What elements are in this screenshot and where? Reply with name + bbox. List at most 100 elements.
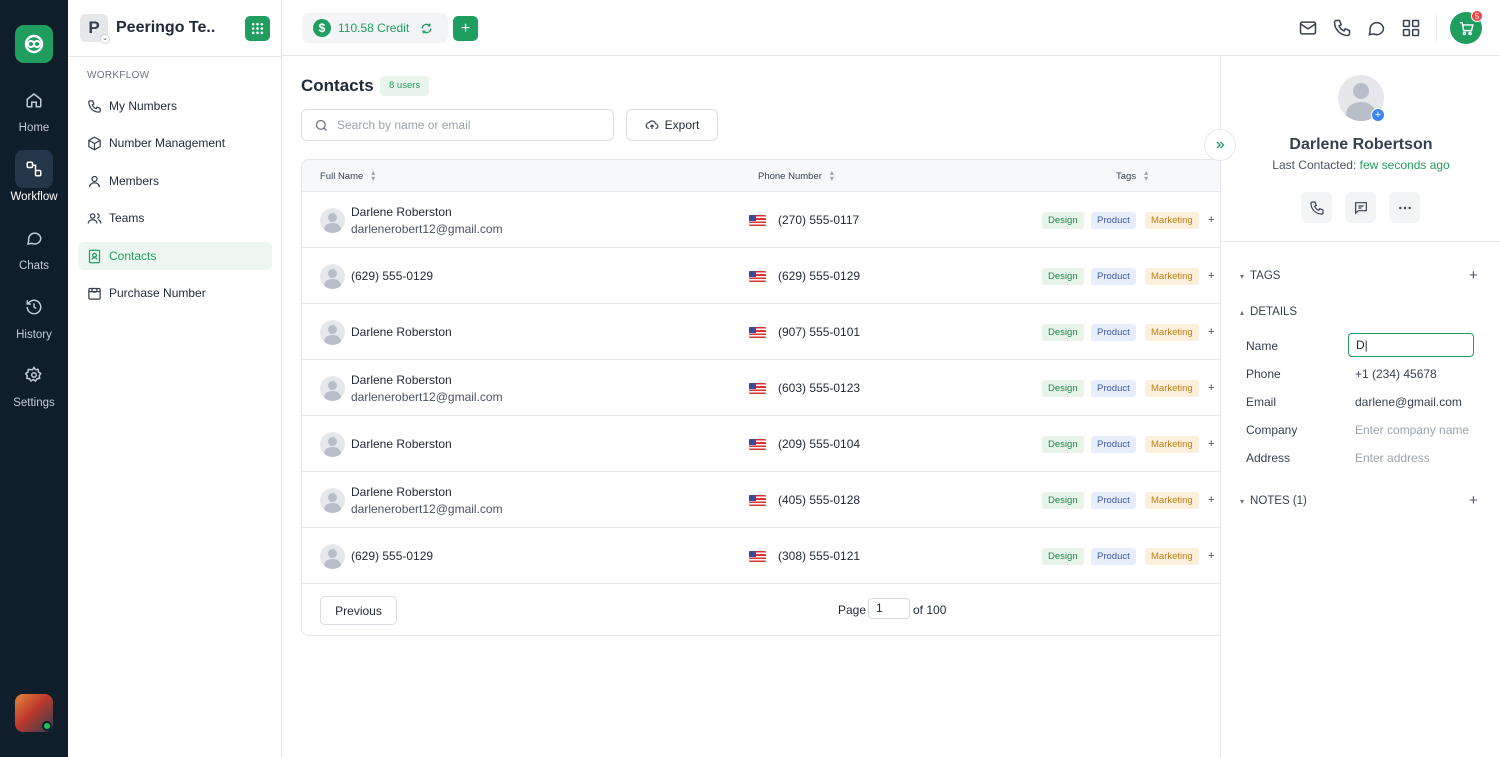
phone-field[interactable]: +1 (234) 45678 bbox=[1355, 367, 1437, 381]
call-button[interactable] bbox=[1301, 192, 1332, 223]
tags-section-toggle[interactable]: ▾ TAGS bbox=[1240, 270, 1280, 282]
dialpad-button[interactable] bbox=[245, 16, 270, 41]
contact-name: (629) 555-0129 bbox=[351, 269, 434, 283]
app-logo[interactable] bbox=[15, 25, 53, 63]
company-field[interactable]: Enter company name bbox=[1355, 423, 1469, 437]
add-tag-button[interactable]: + bbox=[1208, 268, 1214, 285]
rail-item-chats[interactable]: Chats bbox=[0, 219, 68, 272]
workspace-switcher[interactable]: P ⌄ Peeringo Te... bbox=[80, 14, 216, 44]
tag-product: Product bbox=[1091, 492, 1136, 509]
table-row[interactable]: Darlene Roberston darlenerobert12@gmail.… bbox=[302, 360, 1221, 416]
sort-icon[interactable]: ▴ ▾ bbox=[1144, 169, 1148, 183]
add-tag-button[interactable]: + bbox=[1469, 267, 1478, 284]
add-note-button[interactable]: + bbox=[1469, 492, 1478, 509]
message-button[interactable] bbox=[1345, 192, 1376, 223]
phone-icon bbox=[88, 99, 101, 113]
pagination: Previous Page 1 of 100 bbox=[302, 586, 1221, 635]
apps-grid-icon[interactable] bbox=[1401, 18, 1421, 38]
last-contacted-value: few seconds ago bbox=[1359, 158, 1450, 172]
page-number-input[interactable]: 1 bbox=[868, 598, 910, 619]
add-credit-button[interactable]: + bbox=[453, 16, 478, 41]
add-tag-button[interactable]: + bbox=[1208, 548, 1214, 565]
column-header-tags[interactable]: Tags ▴ ▾ bbox=[1116, 169, 1148, 183]
sidebar-item-number-management[interactable]: Number Management bbox=[78, 129, 272, 157]
add-photo-button[interactable]: + bbox=[1371, 108, 1385, 122]
rail-item-settings[interactable]: Settings bbox=[0, 356, 68, 409]
add-tag-button[interactable]: + bbox=[1208, 492, 1214, 509]
contact-name: Darlene Roberston bbox=[351, 485, 452, 499]
address-field[interactable]: Enter address bbox=[1355, 451, 1430, 465]
sidebar-item-members[interactable]: Members bbox=[78, 167, 272, 195]
page-title: Contacts bbox=[301, 76, 374, 95]
sidebar-item-teams[interactable]: Teams bbox=[78, 204, 272, 232]
sort-icon[interactable]: ▴ ▾ bbox=[371, 169, 375, 183]
column-header-phone-number[interactable]: Phone Number ▴ ▾ bbox=[758, 169, 834, 183]
rail-item-home[interactable]: Home bbox=[0, 81, 68, 134]
export-button[interactable]: Export bbox=[626, 109, 718, 141]
previous-page-button[interactable]: Previous bbox=[320, 596, 397, 625]
add-tag-button[interactable]: + bbox=[1208, 436, 1214, 453]
tag-marketing: Marketing bbox=[1145, 268, 1199, 285]
avatar bbox=[320, 376, 345, 401]
contact-email: darlenerobert12@gmail.com bbox=[351, 502, 503, 516]
rail-item-workflow[interactable]: Workflow bbox=[0, 150, 68, 203]
refresh-icon[interactable] bbox=[420, 22, 433, 35]
details-section-toggle[interactable]: ▴ DETAILS bbox=[1240, 306, 1297, 318]
table-row[interactable]: Darlene Roberston (209) 555-0104 Design … bbox=[302, 416, 1221, 472]
contact-phone: (405) 555-0128 bbox=[778, 493, 861, 507]
tag-product: Product bbox=[1091, 380, 1136, 397]
credit-balance[interactable]: $ 110.58 Credit bbox=[302, 13, 448, 43]
tag-product: Product bbox=[1091, 268, 1136, 285]
table-row[interactable]: (629) 555-0129 (308) 555-0121 Design Pro… bbox=[302, 528, 1221, 584]
table-row[interactable]: Darlene Roberston darlenerobert12@gmail.… bbox=[302, 472, 1221, 528]
collapse-panel-button[interactable] bbox=[1204, 129, 1236, 161]
avatar bbox=[320, 208, 345, 233]
contact-name: (629) 555-0129 bbox=[351, 549, 434, 563]
tag-marketing: Marketing bbox=[1145, 324, 1199, 341]
avatar bbox=[320, 320, 345, 345]
detail-label-email: Email bbox=[1246, 395, 1277, 409]
contact-name: Darlene Roberston bbox=[351, 373, 452, 387]
last-contacted: Last Contacted: few seconds ago bbox=[1221, 158, 1500, 172]
chat-bubble-icon[interactable] bbox=[1366, 18, 1386, 38]
cube-icon bbox=[88, 136, 101, 150]
email-field[interactable]: darlene@gmail.com bbox=[1355, 395, 1462, 409]
table-row[interactable]: Darlene Roberston (907) 555-0101 Design … bbox=[302, 304, 1221, 360]
phone-icon[interactable] bbox=[1332, 18, 1352, 38]
add-tag-button[interactable]: + bbox=[1208, 380, 1214, 397]
us-flag-icon bbox=[749, 439, 766, 450]
search-field[interactable] bbox=[301, 109, 614, 141]
notes-section-toggle[interactable]: ▾ NOTES (1) bbox=[1240, 495, 1307, 507]
search-input[interactable] bbox=[337, 118, 597, 132]
users-count-badge: 8 users bbox=[380, 76, 430, 96]
add-tag-button[interactable]: + bbox=[1208, 324, 1214, 341]
tag-design: Design bbox=[1042, 548, 1084, 565]
gear-icon bbox=[25, 366, 42, 383]
table-row[interactable]: (629) 555-0129 (629) 555-0129 Design Pro… bbox=[302, 248, 1221, 304]
more-options-button[interactable] bbox=[1389, 192, 1420, 223]
us-flag-icon bbox=[749, 215, 766, 226]
column-header-full-name[interactable]: Full Name ▴ ▾ bbox=[320, 169, 375, 183]
sidebar-item-contacts[interactable]: Contacts bbox=[78, 242, 272, 270]
rail-item-history[interactable]: History bbox=[0, 288, 68, 341]
avatar bbox=[320, 264, 345, 289]
logo-icon bbox=[24, 34, 44, 54]
sidebar-item-purchase-number[interactable]: Purchase Number bbox=[78, 279, 272, 307]
sidebar-item-my-numbers[interactable]: My Numbers bbox=[78, 92, 272, 120]
tag-marketing: Marketing bbox=[1145, 212, 1199, 229]
tag-design: Design bbox=[1042, 492, 1084, 509]
add-tag-button[interactable]: + bbox=[1208, 212, 1214, 229]
workspace-initial: P ⌄ bbox=[80, 14, 110, 44]
cart-button[interactable]: 5 bbox=[1450, 10, 1483, 44]
sidebar-divider bbox=[68, 56, 281, 57]
avatar bbox=[320, 488, 345, 513]
current-user-avatar[interactable] bbox=[15, 694, 53, 732]
cart-icon bbox=[1459, 21, 1474, 35]
table-row[interactable]: Darlene Roberston darlenerobert12@gmail.… bbox=[302, 192, 1221, 248]
mail-icon[interactable] bbox=[1298, 18, 1318, 38]
sidebar-item-label: Teams bbox=[109, 211, 145, 225]
rail-label-chats: Chats bbox=[18, 260, 50, 272]
name-field[interactable]: D| bbox=[1348, 333, 1474, 357]
tag-marketing: Marketing bbox=[1145, 548, 1199, 565]
sort-icon[interactable]: ▴ ▾ bbox=[830, 169, 834, 183]
